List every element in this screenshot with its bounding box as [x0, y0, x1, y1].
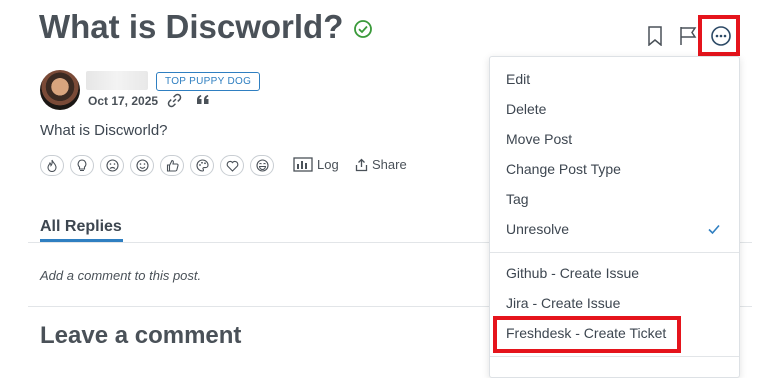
palette-icon[interactable] — [190, 155, 214, 176]
menu-item-move-post[interactable]: Move Post — [506, 131, 572, 147]
link-icon[interactable] — [167, 93, 182, 108]
menu-item-jira-create-issue[interactable]: Jira - Create Issue — [506, 295, 620, 311]
freshdesk-highlight — [493, 316, 681, 353]
bar-chart-icon — [293, 157, 313, 172]
post-title: What is Discworld? — [39, 8, 344, 45]
quote-icon[interactable] — [195, 92, 211, 108]
post-body: What is Discworld? — [40, 122, 168, 139]
checkmark-icon — [708, 224, 720, 235]
avatar[interactable] — [40, 70, 80, 110]
author-badge: TOP PUPPY DOG — [156, 72, 261, 91]
share-button[interactable]: Share — [355, 157, 407, 172]
lightbulb-icon[interactable] — [70, 155, 94, 176]
menu-item-unresolve[interactable]: Unresolve — [506, 221, 569, 237]
log-button[interactable]: Log — [293, 157, 339, 172]
menu-divider-bottom — [490, 356, 739, 357]
menu-item-edit[interactable]: Edit — [506, 71, 530, 87]
tab-all-replies[interactable]: All Replies — [40, 218, 122, 236]
thumbs-up-icon[interactable] — [160, 155, 184, 176]
leave-comment-heading: Leave a comment — [40, 322, 242, 349]
resolved-check-icon — [354, 20, 372, 38]
bookmark-icon[interactable] — [647, 26, 663, 46]
menu-item-tag[interactable]: Tag — [506, 191, 529, 207]
flag-icon[interactable] — [679, 26, 699, 46]
log-label: Log — [317, 157, 339, 172]
menu-item-change-post-type[interactable]: Change Post Type — [506, 161, 621, 177]
heart-icon[interactable] — [220, 155, 244, 176]
fire-icon[interactable] — [40, 155, 64, 176]
author-name-redacted[interactable] — [86, 71, 148, 90]
share-label: Share — [372, 157, 407, 172]
laugh-icon[interactable] — [250, 155, 274, 176]
menu-divider — [490, 252, 739, 253]
menu-item-delete[interactable]: Delete — [506, 101, 546, 117]
post-date: Oct 17, 2025 — [88, 94, 159, 108]
add-comment-prompt[interactable]: Add a comment to this post. — [40, 268, 201, 283]
sad-face-icon[interactable] — [100, 155, 124, 176]
menu-item-github-create-issue[interactable]: Github - Create Issue — [506, 265, 639, 281]
share-icon — [355, 158, 368, 171]
smile-icon[interactable] — [130, 155, 154, 176]
more-options-highlight — [698, 15, 740, 56]
